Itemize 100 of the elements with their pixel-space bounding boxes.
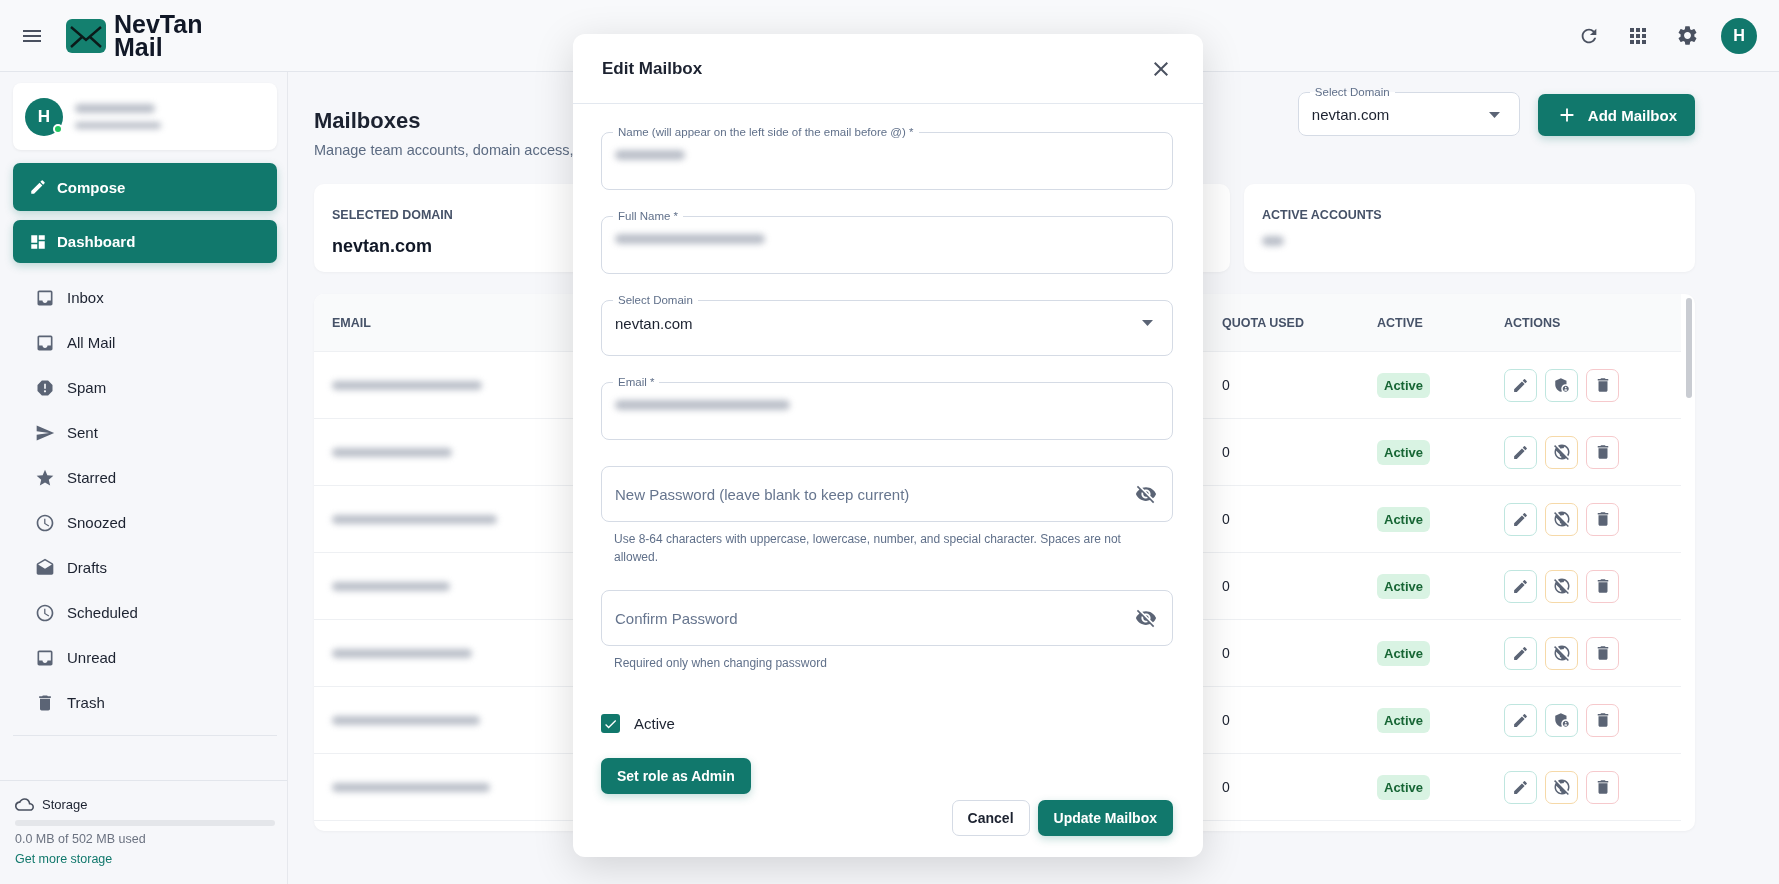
set-admin-button[interactable]: Set role as Admin [601,758,751,794]
crossed-globe-icon [1552,778,1571,796]
block-button[interactable] [1545,435,1578,469]
dashboard-icon [29,232,47,251]
stat-value: nevtan.com [332,236,433,257]
nav-item[interactable]: Unread [35,635,277,680]
column-header: EMAIL [332,315,371,330]
nav-item[interactable]: Scheduled [35,590,277,635]
column-header: ACTIONS [1504,315,1561,330]
domain-select[interactable]: Select Domain nevtan.com [601,294,1173,356]
pencil-icon [29,178,47,196]
dropdown-caret-icon [1142,320,1153,326]
page-subtitle: Manage team accounts, domain access, [314,142,574,158]
pencil-icon [1512,510,1529,528]
quota-cell-text: 0 [1222,712,1231,728]
pencil-icon [1512,577,1529,595]
pencil-icon [1512,778,1529,796]
text-field[interactable]: Email * [601,376,1173,440]
nav-item[interactable]: Drafts [35,545,277,590]
nav-item[interactable]: Snoozed [35,500,277,545]
edit-button[interactable] [1504,636,1537,670]
quota-cell-text: 0 [1222,779,1231,795]
shield-button[interactable] [1545,368,1578,402]
eye-off-icon[interactable] [1135,607,1157,629]
delete-button[interactable] [1586,569,1619,603]
clock-icon [35,602,55,623]
shield-button[interactable] [1545,703,1578,737]
dropdown-caret-icon [1488,111,1500,118]
edit-button[interactable] [1504,770,1537,804]
delete-button[interactable] [1586,435,1619,469]
edit-button[interactable] [1504,703,1537,737]
dialog-title: Edit Mailbox [602,58,704,79]
domain-select[interactable]: Select Domain nevtan.com [1297,86,1520,136]
pencil-icon [1512,376,1529,394]
crossed-globe-icon [1552,644,1571,662]
pencil-icon [1512,644,1529,662]
delete-button[interactable] [1586,368,1619,402]
block-button[interactable] [1545,770,1578,804]
clock-icon [35,512,55,533]
nav-item[interactable]: Spam [35,365,277,410]
status-badge: Active [1377,439,1431,465]
status-badge: Active [1377,506,1431,532]
status-badge: Active [1377,372,1431,398]
crossed-globe-icon [1552,510,1571,528]
quota-cell-text: 0 [1222,377,1231,393]
add-mailbox-button[interactable]: Add Mailbox [1537,94,1695,136]
pencil-icon [1512,443,1529,461]
active-checkbox[interactable] [601,714,620,733]
nav-item[interactable]: Sent [35,410,277,455]
scrollbar[interactable] [1686,298,1692,398]
checkbox-label: Active [634,715,675,732]
delete-button[interactable] [1586,502,1619,536]
delete-button[interactable] [1586,703,1619,737]
shield-icon [1552,711,1571,729]
storage-link[interactable]: Get more storage [15,852,273,866]
delete-button[interactable] [1586,636,1619,670]
nav-item[interactable]: Inbox [35,275,277,320]
edit-button[interactable] [1504,502,1537,536]
stat-label: SELECTED DOMAIN [332,208,453,222]
envelope-logo-icon [66,18,106,53]
cloud-icon [15,795,34,814]
block-button[interactable] [1545,636,1578,670]
text-field[interactable]: Full Name * [601,210,1173,274]
edit-button[interactable] [1504,435,1537,469]
nav-item[interactable]: All Mail [35,320,277,365]
eye-off-icon[interactable] [1135,483,1157,505]
block-button[interactable] [1545,502,1578,536]
text-field[interactable]: Name (will appear on the left side of the email before @) * [601,126,1173,190]
status-badge: Active [1377,640,1431,666]
status-badge: Active [1377,774,1431,800]
helper-text: Use 8-64 characters with uppercase, lowercase, number, and special character. Spaces are not allowed. [613,531,1122,566]
block-button[interactable] [1545,569,1578,603]
status-badge: Active [1377,573,1431,599]
page-title: Mailboxes [314,108,422,134]
password-field[interactable]: Confirm Password [601,590,1173,646]
edit-button[interactable] [1504,569,1537,603]
user-avatar[interactable]: H [1721,17,1757,54]
column-header: ACTIVE [1377,315,1423,330]
storage-title: Storage [42,797,88,812]
column-header: QUOTA USED [1222,315,1304,330]
nav-item[interactable]: Trash [35,680,277,725]
quota-cell-text: 0 [1222,578,1231,594]
cancel-button[interactable]: Cancel [951,800,1030,836]
stat-label: ACTIVE ACCOUNTS [1262,208,1382,222]
status-badge: Active [1377,707,1431,733]
quota-cell-text: 0 [1222,444,1231,460]
storage-usage: 0.0 MB of 502 MB used [15,832,147,846]
edit-button[interactable] [1504,368,1537,402]
delete-button[interactable] [1586,770,1619,804]
user-avatar: H [25,97,63,136]
shield-icon [1552,376,1571,394]
quota-cell-text: 0 [1222,645,1231,661]
crossed-globe-icon [1552,443,1571,461]
password-field[interactable]: New Password (leave blank to keep current) [601,466,1173,522]
nav-item[interactable]: Starred [35,455,277,500]
settings-icon [1676,24,1699,47]
update-button[interactable]: Update Mailbox [1037,800,1173,836]
pencil-icon [1512,711,1529,729]
compose-button[interactable]: Compose [13,163,277,211]
dashboard-button[interactable]: Dashboard [13,220,277,263]
